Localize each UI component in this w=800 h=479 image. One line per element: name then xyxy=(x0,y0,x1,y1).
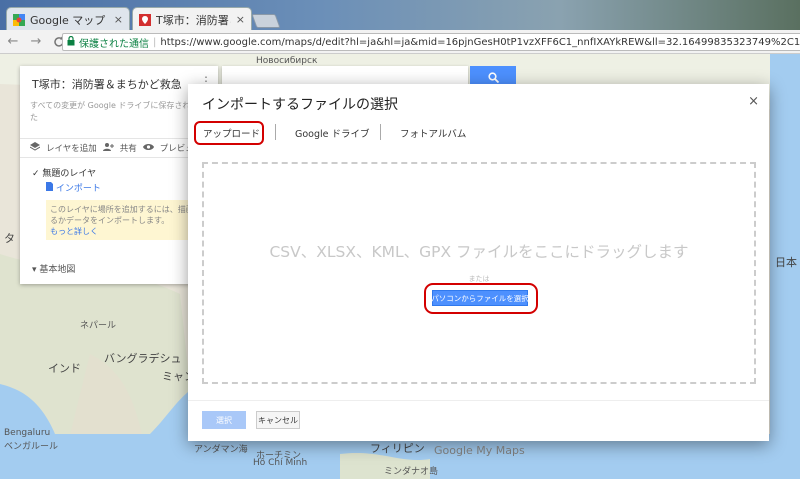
map-label-india: インド xyxy=(48,362,81,375)
map-label-bengaluru: Bengaluru xyxy=(4,428,51,438)
select-file-from-computer-button[interactable]: パソコンからファイルを選択 xyxy=(431,290,529,306)
back-icon[interactable]: ← xyxy=(3,32,23,52)
url-text[interactable]: https://www.google.com/maps/d/edit?hl=ja… xyxy=(160,37,800,48)
tab-title: T塚市：消防署＆まちかど xyxy=(156,13,231,27)
preview-icon xyxy=(142,143,154,154)
new-tab-button[interactable] xyxy=(251,14,281,28)
url-separator: | xyxy=(153,36,157,48)
lock-icon xyxy=(67,35,75,49)
map-label-hcm: Hồ Chí Minh xyxy=(253,458,308,468)
tab-upload[interactable]: アップロード xyxy=(203,126,260,140)
layer-row[interactable]: ✓ 無題のレイヤ xyxy=(32,166,96,179)
my-maps-favicon-icon xyxy=(139,13,151,26)
close-icon[interactable]: × xyxy=(236,13,245,26)
import-row[interactable]: インポート xyxy=(46,181,101,194)
drop-instructions: CSV、XLSX、KML、GPX ファイルをここにドラッグします xyxy=(269,243,689,261)
map-label-japan: 日本 xyxy=(775,256,797,269)
chevron-down-icon[interactable]: ▾ xyxy=(32,265,37,275)
screen: Google マップ × T塚市：消防署＆まちかど × ← → 保護された通信 … xyxy=(0,0,800,479)
tab-divider xyxy=(275,124,276,140)
add-layer-icon xyxy=(29,142,41,154)
file-icon xyxy=(46,182,56,194)
learn-more-link[interactable]: もっと詳しく xyxy=(50,227,98,236)
footer-divider xyxy=(188,400,769,401)
import-file-dialog: インポートするファイルの選択 × アップロード Google ドライブ フォトア… xyxy=(188,84,769,441)
close-icon[interactable]: × xyxy=(748,94,759,109)
cancel-button[interactable]: キャンセル xyxy=(256,411,300,429)
import-link[interactable]: インポート xyxy=(56,184,101,194)
share-button[interactable]: 共有 xyxy=(120,142,137,154)
tab-photo-album[interactable]: フォトアルバム xyxy=(400,126,466,140)
google-maps-favicon-icon xyxy=(13,13,25,26)
tab-google-maps[interactable]: Google マップ × xyxy=(6,7,130,31)
map-label-ta: タ xyxy=(4,232,15,245)
map-label-bengaluru-jp: ベンガルール xyxy=(4,442,59,452)
search-icon xyxy=(487,71,499,83)
close-icon[interactable]: × xyxy=(114,13,123,26)
tab-google-drive[interactable]: Google ドライブ xyxy=(295,126,370,140)
tab-my-maps[interactable]: T塚市：消防署＆まちかど × xyxy=(132,7,252,31)
secure-label: 保護された通信 xyxy=(79,38,149,50)
address-bar[interactable]: 保護された通信 | https://www.google.com/maps/d/… xyxy=(62,33,800,51)
dialog-title: インポートするファイルの選択 xyxy=(202,97,398,113)
map-label-philippines: フィリピン xyxy=(370,442,425,455)
basemap-label[interactable]: 基本地図 xyxy=(39,265,75,275)
save-status: すべての変更が Google ドライブに保存されました xyxy=(30,101,207,122)
layer-hint: このレイヤに場所を追加するには、描画するかデータをインポートします。 もっと詳し… xyxy=(46,200,210,240)
map-label-nepal: ネパール xyxy=(80,321,117,331)
map-label-bangladesh: バングラデシュ xyxy=(104,352,182,365)
file-drop-zone[interactable]: CSV、XLSX、KML、GPX ファイルをここにドラッグします または パソコ… xyxy=(202,162,756,384)
map-title[interactable]: T塚市：消防署＆まちかど救急 xyxy=(32,76,182,92)
map-label-mindanao: ミンダナオ島 xyxy=(384,467,439,477)
layer-name[interactable]: 無題のレイヤ xyxy=(42,169,96,179)
dialog-tabs: アップロード Google ドライブ フォトアルバム xyxy=(188,121,769,145)
select-button[interactable]: 選択 xyxy=(202,411,246,429)
forward-icon[interactable]: → xyxy=(26,32,46,52)
add-layer-button[interactable]: レイヤを追加 xyxy=(46,142,97,154)
checkbox-checked-icon[interactable]: ✓ xyxy=(32,169,40,179)
tab-title: Google マップ xyxy=(30,13,106,27)
browser-toolbar: ← → 保護された通信 | https://www.google.com/map… xyxy=(0,30,800,54)
tab-divider xyxy=(380,124,381,140)
map-label-novosibirsk: Новосибирск xyxy=(256,56,318,66)
share-icon xyxy=(102,142,114,154)
browser-tabstrip: Google マップ × T塚市：消防署＆まちかど × xyxy=(0,0,800,31)
map-label-andaman: アンダマン海 xyxy=(194,445,248,455)
google-my-maps-logo: Google My Maps xyxy=(434,444,525,457)
basemap-row[interactable]: ▾ 基本地図 xyxy=(32,262,75,275)
hint-text: このレイヤに場所を追加するには、描画するかデータをインポートします。 xyxy=(50,205,202,225)
